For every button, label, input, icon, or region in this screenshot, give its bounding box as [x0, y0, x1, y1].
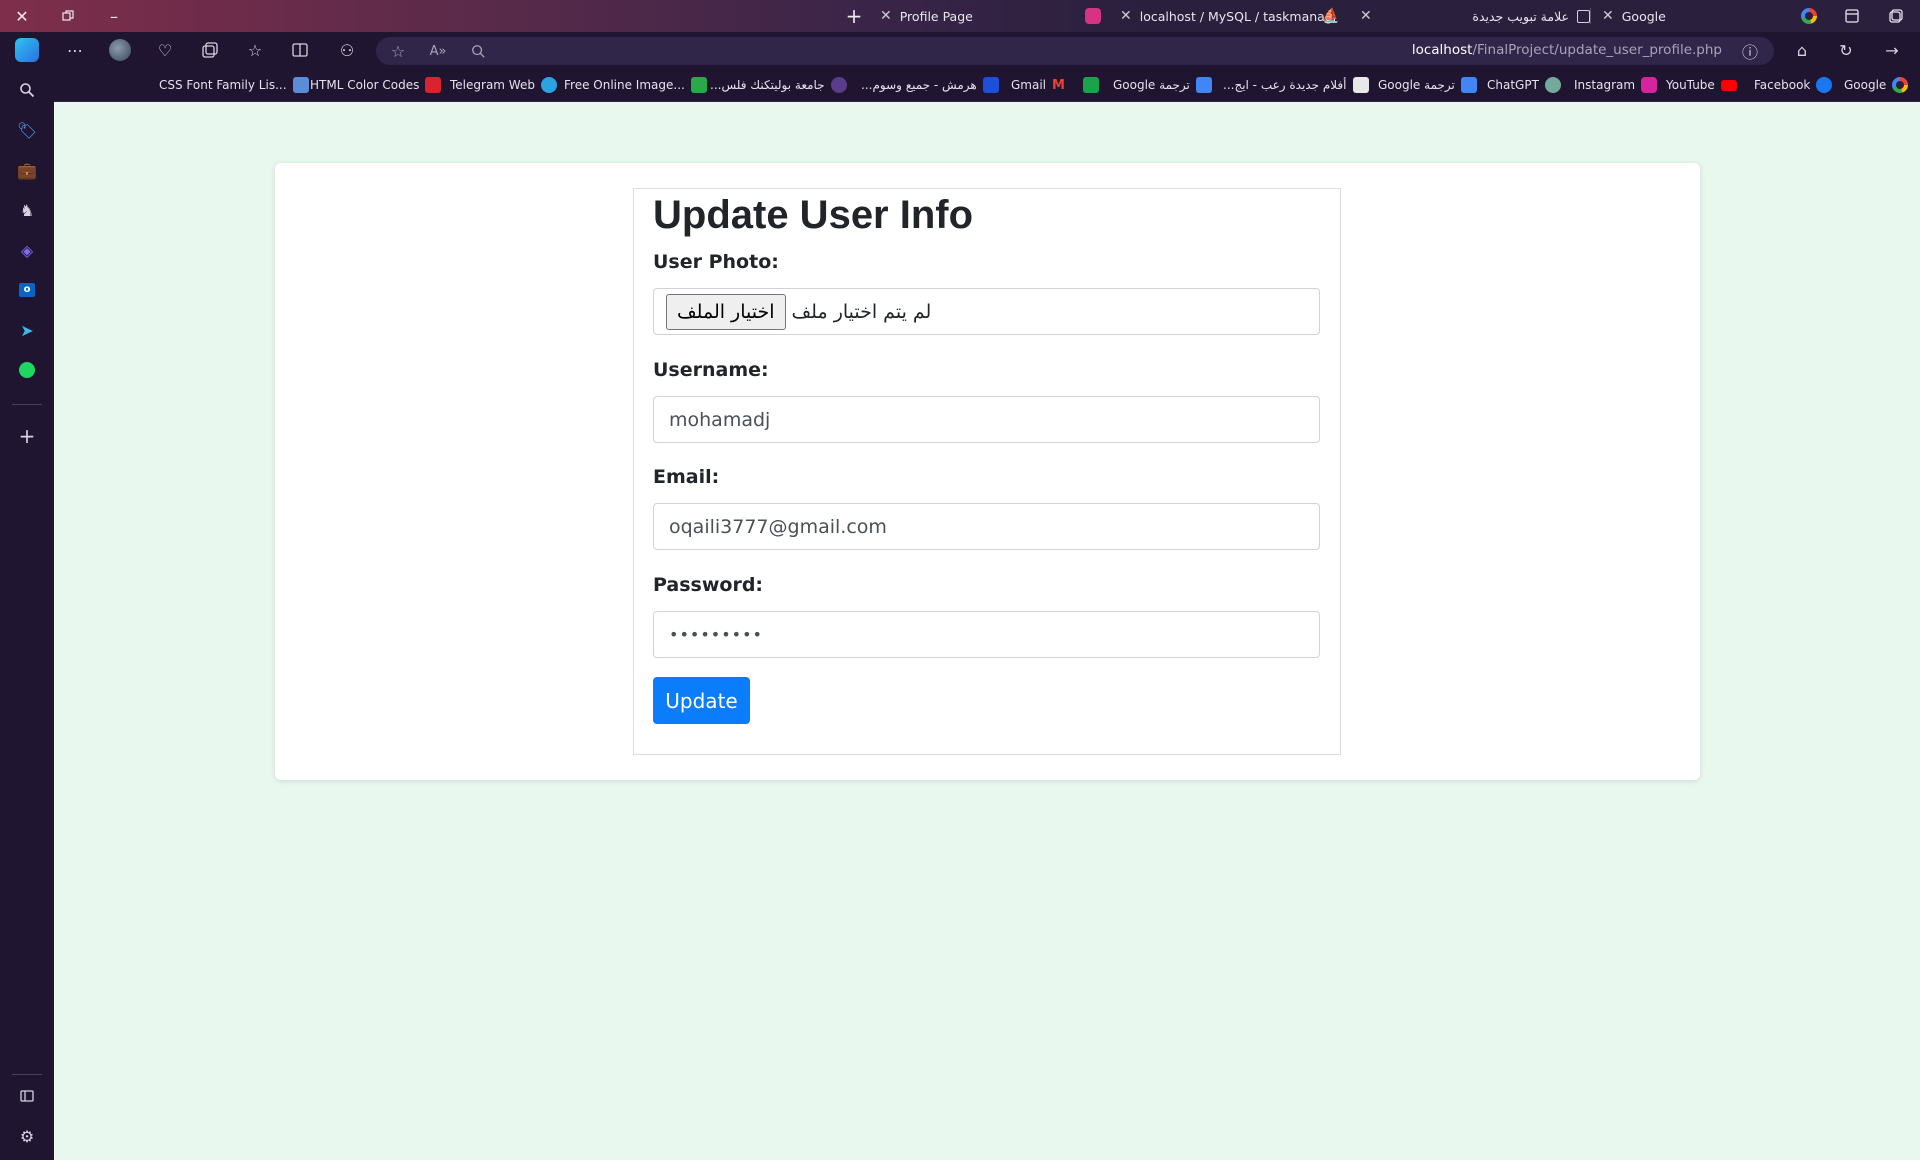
refresh-icon[interactable]: ↻	[1828, 32, 1864, 68]
home-icon[interactable]: ⌂	[1784, 32, 1820, 68]
browser-title-bar: ✕ – + ✕ Profile Page ✕ localhost / MySQL…	[0, 0, 1920, 32]
hide-sidebar-icon[interactable]	[15, 1084, 39, 1108]
bookmark-item[interactable]: هرمش - جميع وسوم...	[861, 68, 999, 102]
minimize-window-icon[interactable]: –	[96, 0, 132, 32]
microsoft-365-icon[interactable]: ◈	[15, 238, 39, 262]
add-sidebar-app-icon[interactable]: +	[15, 424, 39, 448]
email-value: oqaili3777@gmail.com	[669, 515, 887, 538]
restore-window-icon[interactable]	[50, 0, 86, 32]
username-value: mohamadj	[669, 408, 771, 431]
tools-briefcase-icon[interactable]: 💼	[15, 158, 39, 182]
email-field[interactable]: oqaili3777@gmail.com	[653, 503, 1320, 550]
forward-arrow-icon[interactable]: →	[1874, 32, 1910, 68]
site-info-icon[interactable]: ⓘ	[1732, 33, 1768, 69]
add-favorite-star-icon[interactable]: ☆	[380, 33, 416, 69]
performance-heart-icon[interactable]: ♡	[147, 32, 183, 68]
password-value: •••••••••	[669, 625, 763, 644]
favorites-list-icon[interactable]: ☆	[237, 32, 273, 68]
tab-profile-page[interactable]: ✕ Profile Page	[870, 0, 1080, 32]
bookmark-item[interactable]: Telegram Web	[450, 68, 557, 102]
url-text: localhost/FinalProject/update_user_profi…	[1411, 42, 1722, 58]
update-button[interactable]: Update	[653, 677, 750, 724]
bookmark-item[interactable]	[1083, 68, 1099, 102]
page-title: Update User Info	[653, 193, 974, 237]
email-label: Email:	[653, 466, 720, 488]
browser-toolbar: ⋯ ♡ ☆ ⚇ ☆ A» localhost/FinalProject/upda…	[54, 32, 1920, 68]
tab-title: Google	[1621, 8, 1666, 24]
google-favicon	[1801, 8, 1817, 24]
bookmark-item[interactable]: Gmail M	[1011, 68, 1065, 102]
drop-icon[interactable]: ➤	[15, 318, 39, 342]
bookmark-item[interactable]: Google	[1844, 68, 1909, 102]
zoom-icon[interactable]	[460, 33, 496, 69]
username-label: Username:	[653, 359, 769, 381]
new-tab-icon[interactable]: +	[836, 0, 872, 32]
bookmark-item[interactable]: CSS Font Family Lis...	[159, 68, 309, 102]
profile-card: Update User Info User Photo: اختيار المل…	[275, 163, 1700, 780]
new-tab-page-icon	[1577, 9, 1590, 23]
bookmarks-bar: CSS Font Family Lis... HTML Color Codes …	[54, 68, 1920, 102]
user-photo-label: User Photo:	[653, 251, 779, 273]
tab-google[interactable]: ✕ Google	[1592, 0, 1792, 32]
search-icon[interactable]	[15, 78, 39, 102]
bookmark-item[interactable]: Google ترجمة	[1378, 68, 1477, 102]
tab-actions-icon[interactable]	[1834, 0, 1870, 32]
more-options-icon[interactable]: ⋯	[57, 32, 93, 68]
browser-sidebar: 🏷 💼 ♞ ◈ o ➤ + ⚙	[0, 32, 54, 1160]
password-field[interactable]: •••••••••	[653, 611, 1320, 658]
bookmark-item[interactable]: جامعة بوليتكنك فلس...	[710, 68, 847, 102]
bookmark-item[interactable]: HTML Color Codes	[310, 68, 442, 102]
password-label: Password:	[653, 574, 764, 596]
tab-title: علامة تبويب جديدة	[1472, 8, 1569, 24]
gmail-icon: M	[1052, 77, 1065, 93]
collections-icon[interactable]	[192, 32, 228, 68]
copilot-icon[interactable]	[15, 38, 39, 62]
choose-file-button[interactable]: اختيار الملف	[666, 293, 786, 330]
extensions-icon[interactable]: ⚇	[329, 32, 365, 68]
bookmark-item[interactable]: Facebook	[1754, 68, 1833, 102]
bookmark-item[interactable]: Instagram	[1574, 68, 1658, 102]
user-photo-input[interactable]: اختيار الملف لم يتم اختيار ملف	[653, 288, 1320, 335]
read-aloud-icon[interactable]: A»	[420, 33, 456, 69]
profile-avatar[interactable]	[102, 32, 138, 68]
close-tab-icon[interactable]: ✕	[1360, 8, 1372, 24]
close-window-icon[interactable]: ✕	[4, 0, 40, 32]
update-user-form: Update User Info User Photo: اختيار المل…	[633, 188, 1341, 755]
address-bar[interactable]: ☆ A» localhost/FinalProject/update_user_…	[376, 37, 1774, 65]
page-viewport: Update User Info User Photo: اختيار المل…	[54, 102, 1920, 1160]
bookmark-item[interactable]: ChatGPT	[1487, 68, 1561, 102]
outlook-icon[interactable]: o	[15, 278, 39, 302]
bookmark-item[interactable]: YouTube	[1666, 68, 1737, 102]
split-screen-icon[interactable]	[282, 32, 318, 68]
spotify-icon[interactable]	[15, 358, 39, 382]
games-icon[interactable]: ♞	[15, 198, 39, 222]
close-tab-icon[interactable]: ✕	[880, 8, 892, 24]
tab-favicon	[1085, 8, 1101, 24]
tab-phpmyadmin[interactable]: ✕ localhost / MySQL / taskmanagm	[1110, 0, 1335, 32]
file-status-text: لم يتم اختيار ملف	[791, 300, 932, 323]
settings-gear-icon[interactable]: ⚙	[15, 1124, 39, 1148]
close-tab-icon[interactable]: ✕	[1602, 8, 1614, 24]
workspaces-icon[interactable]	[1878, 0, 1914, 32]
bookmark-item[interactable]: Google ترجمة	[1113, 68, 1212, 102]
tab-new-tab[interactable]: ✕ علامة تبويب جديدة	[1350, 0, 1600, 32]
bookmark-item[interactable]: Free Online Image...	[564, 68, 707, 102]
close-tab-icon[interactable]: ✕	[1120, 8, 1132, 24]
phpmyadmin-favicon: ⛵	[1322, 8, 1340, 24]
tab-title: Profile Page	[899, 8, 973, 24]
username-field[interactable]: mohamadj	[653, 396, 1320, 443]
tab-title: localhost / MySQL / taskmanagm	[1139, 8, 1335, 24]
bookmark-item[interactable]: أفلام جديدة رعب - ايج...	[1223, 68, 1369, 102]
shopping-tag-icon[interactable]: 🏷	[15, 118, 39, 142]
